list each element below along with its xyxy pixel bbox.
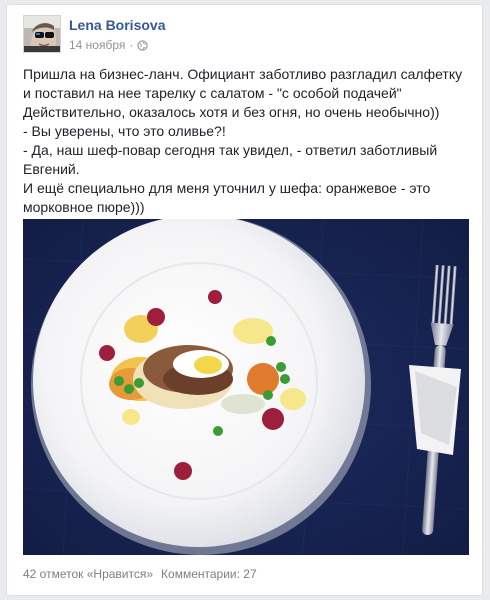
post-meta: 14 ноября · <box>69 38 149 54</box>
meta-separator: · <box>129 38 134 52</box>
post-text-line: - Да, наш шеф-повар сегодня так увидел, … <box>23 142 442 177</box>
comments-count[interactable]: Комментарии: 27 <box>161 567 257 581</box>
post-text-line: - Вы уверены, что это оливье?! <box>23 123 226 139</box>
post-footer: 42 отметок «Нравится» Комментарии: 27 <box>23 567 257 581</box>
plated-salad-photo <box>23 219 469 555</box>
post-photo[interactable] <box>23 219 469 555</box>
post-date[interactable]: 14 ноября <box>69 38 125 52</box>
globe-icon[interactable] <box>137 40 149 54</box>
post-text: Пришла на бизнес-ланч. Официант заботлив… <box>23 65 463 217</box>
post-text-line: Пришла на бизнес-ланч. Официант заботлив… <box>23 66 467 101</box>
post-text-line: И ещё специально для меня уточнил у шефа… <box>23 180 435 215</box>
avatar-image <box>24 16 60 52</box>
likes-count[interactable]: 42 отметок «Нравится» <box>23 567 153 581</box>
post-text-line: Действительно, оказалось хотя и без огня… <box>23 104 440 120</box>
post-card: Lena Borisova 14 ноября · Пришла на бизне… <box>6 4 483 596</box>
avatar[interactable] <box>23 15 61 53</box>
author-name[interactable]: Lena Borisova <box>69 17 165 33</box>
